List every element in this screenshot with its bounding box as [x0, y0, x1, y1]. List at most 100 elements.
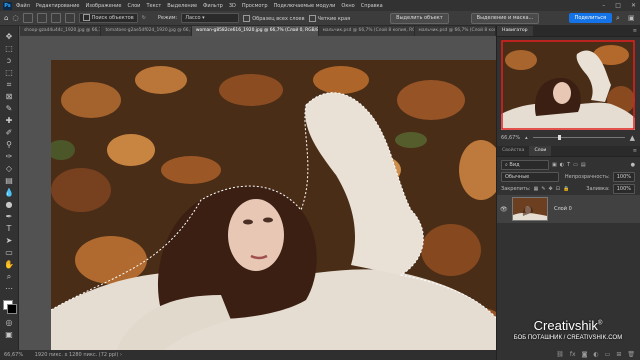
workspace-icon[interactable]: ▣ — [628, 14, 635, 22]
lock-position-icon[interactable]: ✥ — [549, 186, 553, 192]
filter-shape-icon[interactable]: ▭ — [573, 162, 578, 168]
new-group-icon[interactable]: ▭ — [605, 351, 611, 358]
chevron-right-icon[interactable]: › — [120, 352, 122, 358]
close-icon[interactable]: ✕ — [631, 2, 636, 9]
background-color-swatch[interactable] — [7, 304, 17, 314]
document-image[interactable] — [51, 60, 496, 350]
lock-all-icon[interactable]: 🔒 — [563, 186, 569, 192]
mode-select[interactable]: Лассо ▾ — [181, 13, 240, 23]
object-select-tool-icon[interactable]: ⬚ — [4, 68, 14, 78]
blur-tool-icon[interactable]: 💧 — [4, 188, 14, 198]
zoom-tool-icon[interactable]: ⌕ — [4, 272, 14, 282]
zoom-out-icon[interactable]: ▴ — [525, 135, 528, 141]
fill-input[interactable]: 100% — [612, 183, 635, 194]
marquee-tool-icon[interactable]: ⬚ — [4, 44, 14, 54]
panel-menu-icon[interactable]: ≡ — [633, 28, 637, 34]
eraser-tool-icon[interactable]: ◇ — [4, 164, 14, 174]
panel-menu-icon[interactable]: ≡ — [633, 148, 637, 154]
pen-tool-icon[interactable]: ✒ — [4, 212, 14, 222]
lock-pixels-icon[interactable]: ▦ — [534, 186, 539, 192]
menu-filter[interactable]: Фильтр — [203, 3, 223, 9]
filter-toggle-icon[interactable]: ● — [631, 162, 635, 168]
filter-pixel-icon[interactable]: ▣ — [552, 162, 557, 168]
menu-help[interactable]: Справка — [361, 3, 383, 9]
menu-type[interactable]: Текст — [146, 3, 161, 9]
new-selection-icon[interactable] — [22, 13, 33, 23]
menu-plugins[interactable]: Подключаемые модули — [274, 3, 336, 9]
menu-select[interactable]: Выделение — [167, 3, 197, 9]
tab-doc-2[interactable]: tomatoes-g2ae5df02d_1920.jpg @ 66,7% (Ц.… — [101, 26, 192, 36]
share-button[interactable]: Поделиться — [568, 13, 612, 23]
tab-doc-1[interactable]: shoop-gzad4u44c_1920.jpg @ 66,7% (Слой..… — [20, 26, 102, 36]
menu-window[interactable]: Окно — [341, 3, 354, 9]
maximize-icon[interactable]: □ — [615, 2, 621, 9]
select-subject-button[interactable]: Выделить объект — [390, 12, 449, 24]
new-layer-icon[interactable]: ⊞ — [616, 351, 621, 358]
add-mask-icon[interactable]: ◙ — [582, 351, 588, 358]
hard-edge-option[interactable]: Четкие края — [308, 14, 350, 22]
quick-mask-icon[interactable]: ◎ — [4, 318, 14, 328]
blend-mode-select[interactable]: Обычные — [501, 171, 559, 182]
status-zoom[interactable]: 66,67% — [4, 352, 23, 358]
zoom-in-icon[interactable]: ▲ — [630, 134, 635, 142]
menu-image[interactable]: Изображение — [85, 3, 121, 9]
opacity-input[interactable]: 100% — [612, 171, 635, 182]
fx-icon[interactable]: fx — [570, 351, 576, 358]
filter-smart-icon[interactable]: ▤ — [581, 162, 586, 168]
screen-mode-icon[interactable]: ▣ — [4, 330, 14, 340]
tab-doc-4[interactable]: мальчик.psd @ 66,7% (Слой 8 копия, RGB/8… — [318, 26, 415, 36]
shape-tool-icon[interactable]: ▭ — [4, 248, 14, 258]
link-layers-icon[interactable]: ⛓ — [556, 351, 564, 358]
menu-edit[interactable]: Редактирование — [36, 3, 80, 9]
tab-navigator[interactable]: Навигатор — [497, 26, 533, 36]
eye-icon[interactable]: 👁 — [500, 206, 508, 213]
object-finder-field[interactable]: Поиск объектов — [78, 13, 138, 23]
select-and-mask-button[interactable]: Выделение и маска... — [470, 12, 540, 24]
type-tool-icon[interactable]: T — [4, 224, 14, 234]
gradient-tool-icon[interactable]: ▤ — [4, 176, 14, 186]
filter-adjust-icon[interactable]: ◐ — [560, 162, 564, 168]
more-tools-icon[interactable]: ⋯ — [4, 284, 14, 294]
navigator-zoom-value[interactable]: 66,67% — [501, 135, 520, 141]
layer-filter-select[interactable]: ⌕ Вид — [501, 159, 549, 170]
hand-tool-icon[interactable]: ✋ — [4, 260, 14, 270]
eyedropper-tool-icon[interactable]: ✎ — [4, 104, 14, 114]
minimize-icon[interactable]: – — [602, 2, 605, 9]
add-selection-icon[interactable] — [36, 13, 47, 23]
adjustment-layer-icon[interactable]: ◐ — [593, 351, 598, 358]
navigator-preview[interactable] — [501, 40, 635, 130]
layer-row[interactable]: 👁 Слой 0 — [497, 195, 640, 223]
menu-view[interactable]: Просмотр — [242, 3, 268, 9]
tab-layers[interactable]: Слои — [529, 146, 552, 156]
delete-layer-icon[interactable]: 🗑 — [627, 351, 635, 358]
lasso-tool-icon[interactable]: ↄ — [4, 56, 14, 66]
refresh-icon[interactable]: ↻ — [142, 15, 146, 21]
stamp-tool-icon[interactable]: ⚲ — [4, 140, 14, 150]
history-brush-tool-icon[interactable]: ✑ — [4, 152, 14, 162]
canvas-area[interactable] — [19, 36, 496, 350]
menu-layers[interactable]: Слои — [127, 3, 140, 9]
layer-name[interactable]: Слой 0 — [554, 206, 572, 212]
brush-tool-icon[interactable]: ✐ — [4, 128, 14, 138]
crop-tool-icon[interactable]: ⌗ — [4, 80, 14, 90]
navigator-zoom-slider[interactable] — [532, 135, 625, 140]
tab-doc-3[interactable]: woman-g8582ce616_1920.jpg @ 66,7% (Слой … — [191, 26, 319, 36]
sample-all-layers-option[interactable]: Образец всех слоев — [243, 14, 305, 22]
tab-doc-5[interactable]: мальчик.psd @ 66,7% (Слой 8 копия, Цвет.… — [414, 26, 496, 36]
status-doc-info[interactable]: 1920 пикс. x 1280 пикс. (72 ppi) — [35, 352, 119, 358]
tab-properties[interactable]: Свойства — [497, 146, 529, 156]
subtract-selection-icon[interactable] — [50, 13, 61, 23]
path-select-tool-icon[interactable]: ➤ — [4, 236, 14, 246]
menu-3d[interactable]: 3D — [229, 3, 236, 9]
move-tool-icon[interactable]: ✥ — [4, 32, 14, 42]
lock-artboard-icon[interactable]: ⊡ — [556, 186, 560, 192]
intersect-selection-icon[interactable] — [64, 13, 75, 23]
home-icon[interactable]: ⌂ — [4, 14, 8, 22]
healing-tool-icon[interactable]: ✚ — [4, 116, 14, 126]
search-icon[interactable]: ⌕ — [616, 14, 620, 23]
lock-paint-icon[interactable]: ✎ — [541, 186, 545, 192]
frame-tool-icon[interactable]: ⊠ — [4, 92, 14, 102]
object-finder-checkbox[interactable] — [82, 14, 90, 21]
menu-file[interactable]: Файл — [16, 3, 30, 9]
lasso-tool-icon[interactable]: ◌ — [12, 14, 18, 22]
